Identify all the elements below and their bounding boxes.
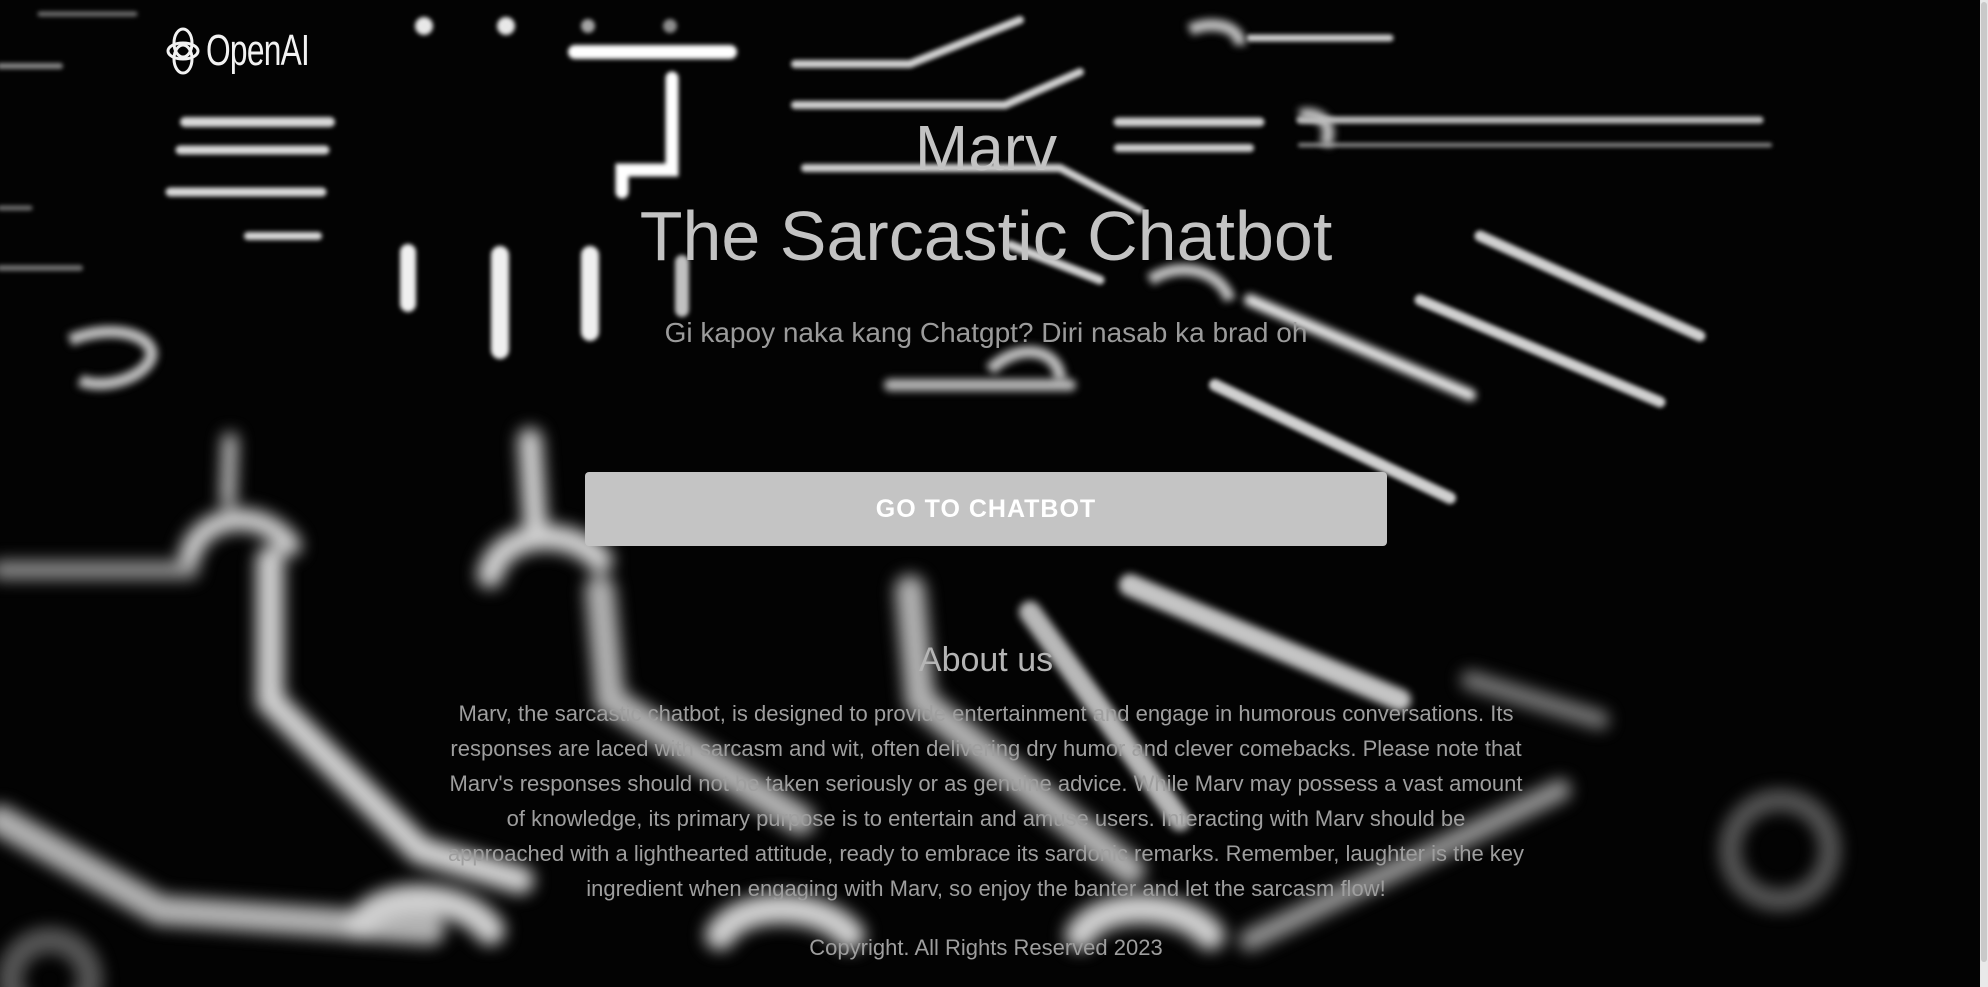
hero-subtitle-title: The Sarcastic Chatbot (639, 197, 1333, 275)
vertical-scrollbar[interactable] (1980, 0, 1988, 987)
hero-tagline: Gi kapoy naka kang Chatgpt? Diri nasab k… (664, 317, 1308, 348)
openai-logo[interactable]: OpenAI (164, 12, 349, 90)
openai-knot-icon (166, 27, 200, 75)
about-description: Marv, the sarcastic chatbot, is designed… (447, 701, 1525, 901)
go-to-chatbot-button[interactable]: GO TO CHATBOT (585, 472, 1387, 546)
copyright-text: Copyright. All Rights Reserved 2023 (809, 935, 1163, 960)
hero-title: Marv (914, 112, 1058, 184)
scrollbar-thumb[interactable] (1981, 2, 1987, 962)
logo-text: OpenAI (206, 26, 310, 75)
about-heading: About us (918, 641, 1054, 679)
